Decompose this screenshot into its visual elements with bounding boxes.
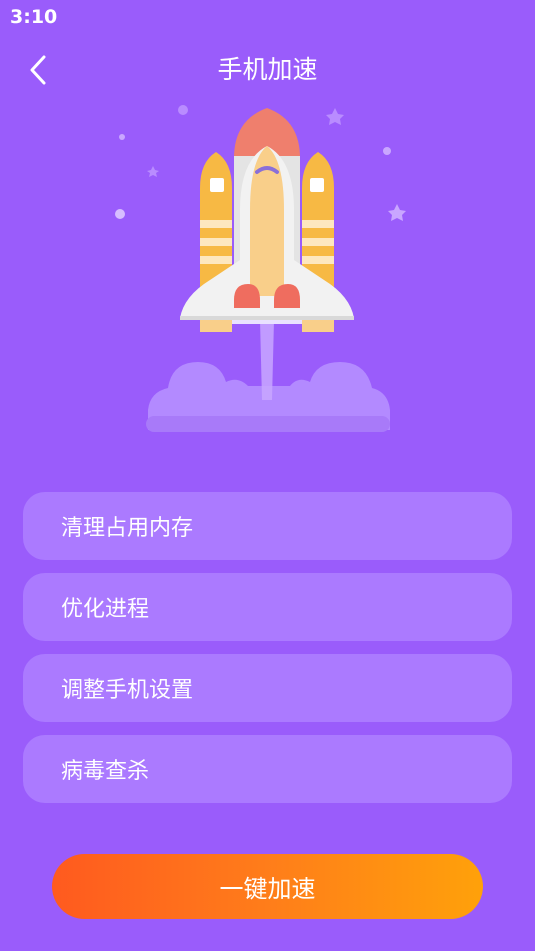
list-item-optimize-processes[interactable]: 优化进程 bbox=[23, 573, 512, 641]
one-click-boost-button[interactable]: 一键加速 bbox=[52, 854, 483, 919]
list-item-clean-memory[interactable]: 清理占用内存 bbox=[23, 492, 512, 560]
optimization-list: 清理占用内存 优化进程 调整手机设置 病毒查杀 bbox=[23, 492, 512, 816]
page-title: 手机加速 bbox=[217, 55, 318, 84]
list-item-virus-scan[interactable]: 病毒查杀 bbox=[23, 735, 512, 803]
list-item-adjust-settings[interactable]: 调整手机设置 bbox=[23, 654, 512, 722]
rocket-illustration bbox=[115, 105, 406, 432]
status-time: 3:10 bbox=[10, 6, 58, 28]
